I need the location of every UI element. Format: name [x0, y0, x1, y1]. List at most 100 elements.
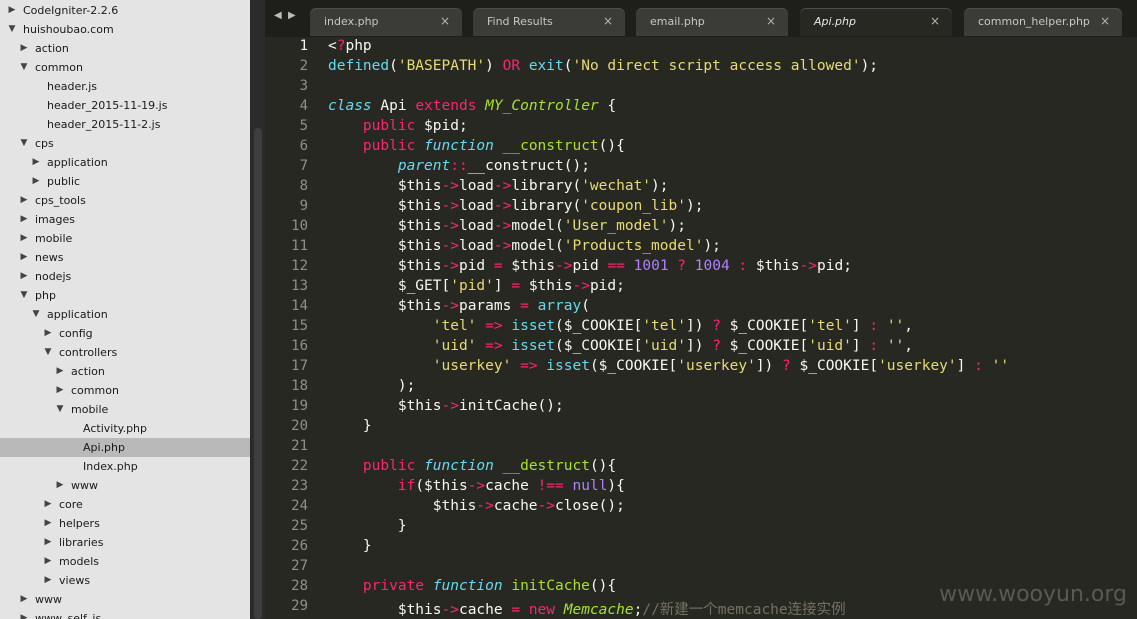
- code-line[interactable]: 'userkey' => isset($_COOKIE['userkey']) …: [328, 358, 1009, 374]
- file-item[interactable]: Activity.php: [0, 419, 250, 438]
- chevron-down-icon[interactable]: ▼: [42, 343, 54, 362]
- sidebar-scrollbar[interactable]: [251, 0, 265, 619]
- chevron-right-icon[interactable]: ▶: [6, 1, 18, 20]
- code-line[interactable]: $this->load->library('coupon_lib');: [328, 198, 704, 214]
- code-line[interactable]: <?php: [328, 38, 372, 54]
- chevron-down-icon[interactable]: ▼: [30, 305, 42, 324]
- file-item[interactable]: header_2015-11-2.js: [0, 115, 250, 134]
- chevron-right-icon[interactable]: ▶: [54, 381, 66, 400]
- chevron-down-icon[interactable]: ▼: [18, 58, 30, 77]
- chevron-down-icon[interactable]: ▼: [18, 286, 30, 305]
- folder-item[interactable]: ▼ huishoubao.com: [0, 20, 250, 39]
- close-icon[interactable]: ×: [930, 14, 940, 28]
- folder-item[interactable]: ▶ public: [0, 172, 250, 191]
- file-item[interactable]: header_2015-11-19.js: [0, 96, 250, 115]
- folder-item[interactable]: ▶ helpers: [0, 514, 250, 533]
- folder-item[interactable]: ▼ application: [0, 305, 250, 324]
- code-line[interactable]: if($this->cache !== null){: [328, 478, 625, 494]
- chevron-right-icon[interactable]: ▶: [18, 191, 30, 210]
- chevron-right-icon[interactable]: ▶: [18, 267, 30, 286]
- chevron-right-icon[interactable]: ▶: [42, 571, 54, 590]
- code-line[interactable]: $this->params = array(: [328, 298, 590, 314]
- file-item[interactable]: header.js: [0, 77, 250, 96]
- folder-item[interactable]: ▶ mobile: [0, 229, 250, 248]
- chevron-right-icon[interactable]: ▶: [18, 248, 30, 267]
- chevron-down-icon[interactable]: ▼: [18, 134, 30, 153]
- folder-item[interactable]: ▼ mobile: [0, 400, 250, 419]
- tab-find-results[interactable]: Find Results ×: [473, 8, 625, 36]
- back-arrow-icon[interactable]: ◀: [274, 10, 282, 21]
- folder-item[interactable]: ▶ images: [0, 210, 250, 229]
- code-line[interactable]: public function __destruct(){: [328, 458, 616, 474]
- close-icon[interactable]: ×: [603, 14, 613, 28]
- folder-item[interactable]: ▶ www_self_js: [0, 609, 250, 619]
- code-area[interactable]: <?php defined('BASEPATH') OR exit('No dir…: [328, 37, 1137, 619]
- folder-item[interactable]: ▶ cps_tools: [0, 191, 250, 210]
- folder-item[interactable]: ▶ models: [0, 552, 250, 571]
- code-line[interactable]: $_GET['pid'] = $this->pid;: [328, 278, 625, 294]
- folder-item[interactable]: ▶ application: [0, 153, 250, 172]
- folder-item[interactable]: ▶ www: [0, 590, 250, 609]
- chevron-right-icon[interactable]: ▶: [30, 153, 42, 172]
- code-line[interactable]: $this->load->library('wechat');: [328, 178, 669, 194]
- folder-item[interactable]: ▶ libraries: [0, 533, 250, 552]
- code-line[interactable]: private function initCache(){: [328, 578, 616, 594]
- chevron-right-icon[interactable]: ▶: [54, 476, 66, 495]
- folder-item[interactable]: ▶ core: [0, 495, 250, 514]
- folder-item[interactable]: ▼ cps: [0, 134, 250, 153]
- code-line[interactable]: }: [328, 518, 407, 534]
- folder-item[interactable]: ▶ action: [0, 39, 250, 58]
- folder-item[interactable]: ▶ common: [0, 381, 250, 400]
- code-line[interactable]: public function __construct(){: [328, 138, 625, 154]
- code-line[interactable]: 'tel' => isset($_COOKIE['tel']) ? $_COOK…: [328, 318, 913, 334]
- chevron-right-icon[interactable]: ▶: [42, 324, 54, 343]
- tab-index-php[interactable]: index.php ×: [310, 8, 462, 36]
- folder-item[interactable]: ▶ news: [0, 248, 250, 267]
- code-line[interactable]: $this->load->model('User_model');: [328, 218, 686, 234]
- code-line[interactable]: $this->cache->close();: [328, 498, 625, 514]
- close-icon[interactable]: ×: [1100, 14, 1110, 28]
- file-item[interactable]: Index.php: [0, 457, 250, 476]
- chevron-right-icon[interactable]: ▶: [42, 552, 54, 571]
- folder-item[interactable]: ▼ php: [0, 286, 250, 305]
- chevron-right-icon[interactable]: ▶: [18, 210, 30, 229]
- folder-item[interactable]: ▶ config: [0, 324, 250, 343]
- chevron-down-icon[interactable]: ▼: [54, 400, 66, 419]
- folder-item[interactable]: ▶ action: [0, 362, 250, 381]
- chevron-right-icon[interactable]: ▶: [18, 229, 30, 248]
- folder-item[interactable]: ▼ common: [0, 58, 250, 77]
- code-editor[interactable]: 1 2 3 4 5 6 7 8 9 10 11 12 13 14 15 16 17 18 19 20 21 22 23 24 2…: [265, 37, 1137, 619]
- chevron-right-icon[interactable]: ▶: [42, 533, 54, 552]
- code-line[interactable]: }: [328, 538, 372, 554]
- chevron-right-icon[interactable]: ▶: [54, 362, 66, 381]
- tab-email-php[interactable]: email.php ×: [636, 8, 788, 36]
- folder-item[interactable]: ▶ nodejs: [0, 267, 250, 286]
- code-line[interactable]: }: [328, 418, 372, 434]
- tab-api-php[interactable]: Api.php ×: [800, 8, 952, 36]
- code-line[interactable]: class Api extends MY_Controller {: [328, 98, 616, 114]
- folder-item[interactable]: ▶ www: [0, 476, 250, 495]
- code-line[interactable]: $this->load->model('Products_model');: [328, 238, 721, 254]
- code-line[interactable]: $this->initCache();: [328, 398, 564, 414]
- chevron-right-icon[interactable]: ▶: [42, 514, 54, 533]
- code-line[interactable]: );: [328, 378, 415, 394]
- code-line[interactable]: 'uid' => isset($_COOKIE['uid']) ? $_COOK…: [328, 338, 913, 354]
- file-item[interactable]: Api.php: [0, 438, 250, 457]
- code-line[interactable]: $this->cache = new Memcache;//新建一个memcac…: [328, 598, 846, 619]
- code-line[interactable]: defined('BASEPATH') OR exit('No direct s…: [328, 58, 878, 74]
- chevron-down-icon[interactable]: ▼: [6, 20, 18, 39]
- chevron-right-icon[interactable]: ▶: [18, 39, 30, 58]
- chevron-right-icon[interactable]: ▶: [42, 495, 54, 514]
- code-line[interactable]: public $pid;: [328, 118, 468, 134]
- folder-item[interactable]: ▶ CodeIgniter-2.2.6: [0, 1, 250, 20]
- forward-arrow-icon[interactable]: ▶: [288, 10, 296, 21]
- folder-item[interactable]: ▼ controllers: [0, 343, 250, 362]
- folder-item[interactable]: ▶ views: [0, 571, 250, 590]
- code-line[interactable]: $this->pid = $this->pid == 1001 ? 1004 :…: [328, 258, 852, 274]
- tab-common-helper-php[interactable]: common_helper.php ×: [964, 8, 1122, 36]
- close-icon[interactable]: ×: [440, 14, 450, 28]
- close-icon[interactable]: ×: [766, 14, 776, 28]
- scrollbar-thumb[interactable]: [254, 128, 262, 619]
- chevron-right-icon[interactable]: ▶: [18, 590, 30, 609]
- chevron-right-icon[interactable]: ▶: [18, 609, 30, 619]
